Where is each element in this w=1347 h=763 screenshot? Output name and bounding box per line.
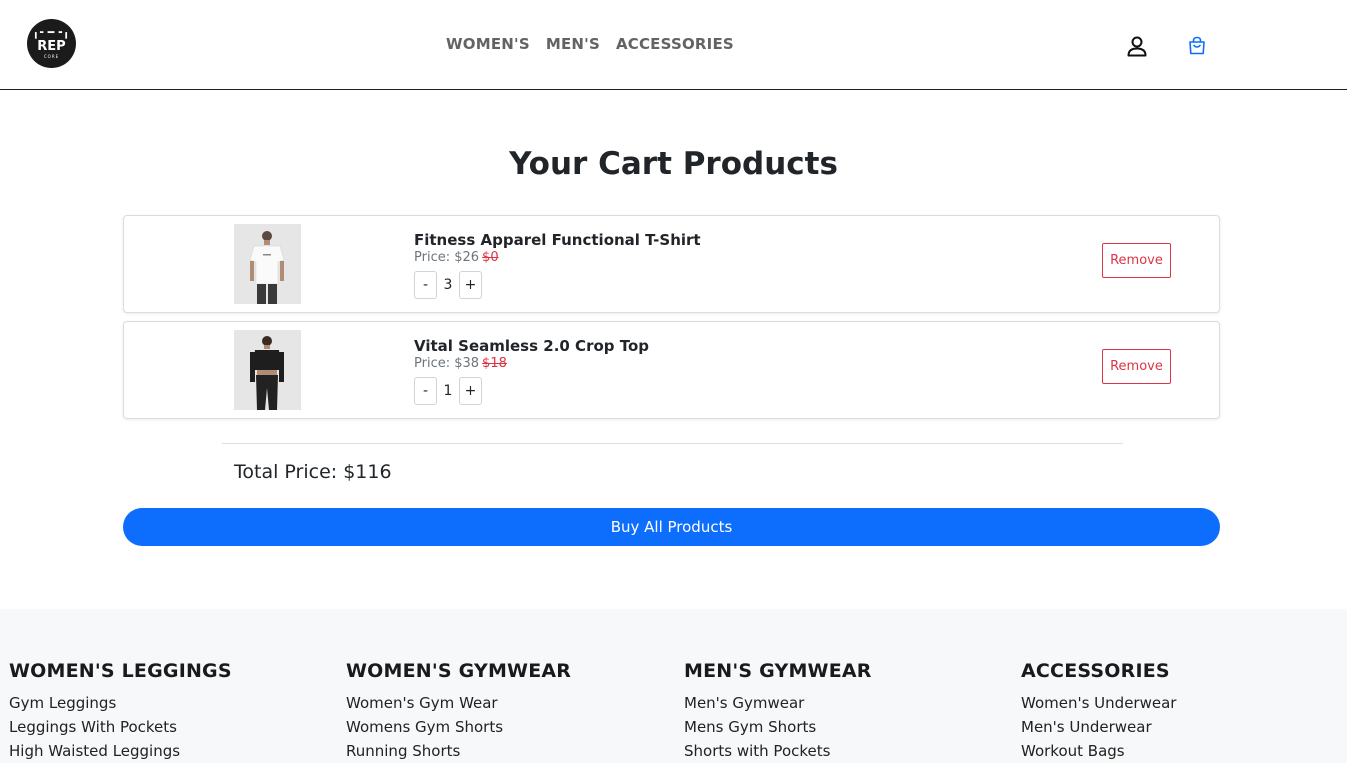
footer-link[interactable]: High Waisted Leggings xyxy=(9,739,232,763)
buy-all-button[interactable]: Buy All Products xyxy=(123,508,1220,546)
quantity-stepper: - 1 + xyxy=(414,377,649,405)
increase-qty-button[interactable]: + xyxy=(459,377,482,405)
footer-link[interactable]: Gym Leggings xyxy=(9,691,232,715)
main-nav: WOMEN'S MEN'S ACCESSORIES xyxy=(446,35,734,53)
croptop-product-image xyxy=(234,330,301,410)
footer-link[interactable]: Men's Gymwear xyxy=(684,691,872,715)
logo-subtext: CORE xyxy=(43,54,60,59)
site-footer: WOMEN'S LEGGINGS Gym Leggings Leggings W… xyxy=(0,609,1347,763)
footer-link[interactable]: Workout Bags xyxy=(1021,739,1176,763)
footer-column-womens-leggings: WOMEN'S LEGGINGS Gym Leggings Leggings W… xyxy=(9,660,232,763)
quantity-value: 1 xyxy=(443,383,453,399)
footer-heading: ACCESSORIES xyxy=(1021,660,1170,682)
footer-link[interactable]: Men's Underwear xyxy=(1021,715,1176,739)
original-price: $18 xyxy=(482,356,507,371)
quantity-value: 3 xyxy=(443,277,453,293)
total-price: Total Price: $116 xyxy=(234,461,392,483)
quantity-stepper: - 3 + xyxy=(414,271,701,299)
current-price: Price: $38 xyxy=(414,356,480,371)
footer-link[interactable]: Womens Gym Shorts xyxy=(346,715,571,739)
divider xyxy=(222,443,1123,444)
product-price: Price: $38 $18 xyxy=(414,355,649,372)
current-price: Price: $26 xyxy=(414,250,480,265)
user-icon[interactable] xyxy=(1126,35,1148,57)
item-info: Fitness Apparel Functional T-Shirt Price… xyxy=(414,231,701,299)
footer-link[interactable]: Running Shorts xyxy=(346,739,571,763)
footer-link[interactable]: Shorts with Pockets xyxy=(684,739,872,763)
footer-link[interactable]: Mens Gym Shorts xyxy=(684,715,872,739)
footer-column-accessories: ACCESSORIES Women's Underwear Men's Unde… xyxy=(1021,660,1176,763)
decrease-qty-button[interactable]: - xyxy=(414,377,437,405)
nav-link-womens[interactable]: WOMEN'S xyxy=(446,35,530,53)
item-info: Vital Seamless 2.0 Crop Top Price: $38 $1… xyxy=(414,337,649,405)
product-name[interactable]: Vital Seamless 2.0 Crop Top xyxy=(414,337,649,355)
footer-column-womens-gymwear: WOMEN'S GYMWEAR Women's Gym Wear Womens … xyxy=(346,660,571,763)
site-header: ╻╸━╺╻ REP CORE WOMEN'S MEN'S ACCESSORIES xyxy=(0,0,1347,90)
footer-heading: WOMEN'S LEGGINGS xyxy=(9,660,232,682)
logo-dumbbell-mark: ╻╸━╺╻ xyxy=(32,26,71,39)
remove-button[interactable]: Remove xyxy=(1102,349,1171,384)
footer-link[interactable]: Women's Gym Wear xyxy=(346,691,571,715)
page-title: Your Cart Products xyxy=(509,146,838,182)
product-name[interactable]: Fitness Apparel Functional T-Shirt xyxy=(414,231,701,249)
remove-button[interactable]: Remove xyxy=(1102,243,1171,278)
product-thumbnail[interactable] xyxy=(234,224,301,304)
footer-link[interactable]: Women's Underwear xyxy=(1021,691,1176,715)
footer-heading: MEN'S GYMWEAR xyxy=(684,660,872,682)
product-price: Price: $26 $0 xyxy=(414,249,701,266)
footer-column-mens-gymwear: MEN'S GYMWEAR Men's Gymwear Mens Gym Sho… xyxy=(684,660,872,763)
shopping-bag-icon[interactable] xyxy=(1187,36,1207,56)
original-price: $0 xyxy=(482,250,499,265)
footer-heading: WOMEN'S GYMWEAR xyxy=(346,660,572,682)
cart-item: Fitness Apparel Functional T-Shirt Price… xyxy=(123,215,1220,313)
brand-logo[interactable]: ╻╸━╺╻ REP CORE xyxy=(27,19,76,68)
nav-link-mens[interactable]: MEN'S xyxy=(546,35,600,53)
decrease-qty-button[interactable]: - xyxy=(414,271,437,299)
cart-item: Vital Seamless 2.0 Crop Top Price: $38 $1… xyxy=(123,321,1220,419)
product-thumbnail[interactable] xyxy=(234,330,301,410)
footer-link[interactable]: Leggings With Pockets xyxy=(9,715,232,739)
nav-link-accessories[interactable]: ACCESSORIES xyxy=(616,35,734,53)
tshirt-product-image xyxy=(234,224,301,304)
logo-text: REP xyxy=(37,39,66,54)
increase-qty-button[interactable]: + xyxy=(459,271,482,299)
